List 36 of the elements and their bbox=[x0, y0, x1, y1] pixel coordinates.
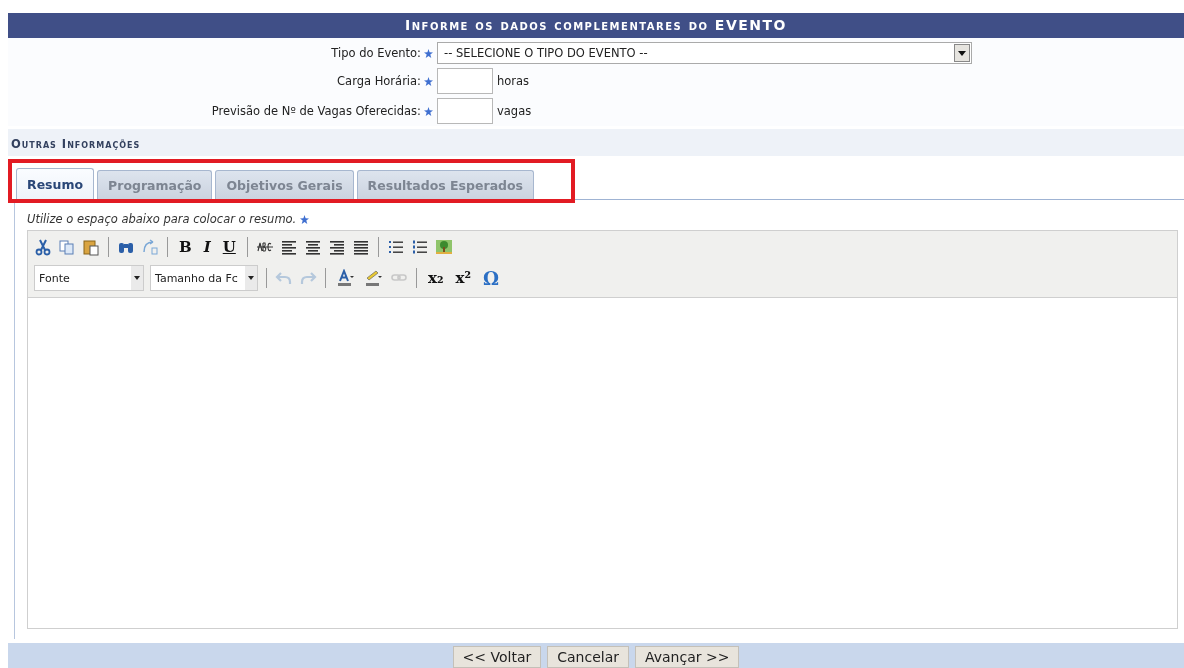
form-button[interactable]: Avançar >> bbox=[635, 646, 740, 668]
unit-label: vagas bbox=[497, 104, 532, 118]
paste-icon[interactable] bbox=[82, 238, 100, 256]
form-button[interactable]: Cancelar bbox=[547, 646, 629, 668]
input-field[interactable] bbox=[437, 98, 493, 124]
special-character-button[interactable]: Ω bbox=[480, 267, 503, 289]
form-button[interactable]: << Voltar bbox=[452, 646, 542, 668]
dropdown-arrow-icon[interactable] bbox=[958, 50, 966, 56]
event-type-select[interactable]: -- SELECIONE O TIPO DO EVENTO -- bbox=[437, 42, 972, 64]
underline-button[interactable]: U bbox=[219, 238, 239, 256]
page-title: Informe os dados complementares do EVENTO bbox=[8, 13, 1184, 38]
dropdown-arrow-icon[interactable] bbox=[134, 276, 140, 280]
align-right-icon[interactable] bbox=[327, 238, 346, 256]
bold-button[interactable]: B bbox=[176, 238, 195, 256]
scissors-icon[interactable] bbox=[34, 238, 52, 256]
input-field[interactable] bbox=[437, 68, 493, 94]
align-left-icon[interactable] bbox=[279, 238, 298, 256]
subscript-button[interactable]: x₂ bbox=[425, 269, 447, 287]
dropdown-arrow-icon[interactable] bbox=[248, 276, 254, 280]
bullet-list-icon[interactable] bbox=[386, 238, 405, 256]
numbered-list-icon[interactable] bbox=[410, 238, 429, 256]
unit-label: horas bbox=[497, 74, 530, 88]
field-label: Tipo do Evento: bbox=[330, 46, 422, 60]
italic-button[interactable]: I bbox=[200, 238, 214, 256]
font-select[interactable]: Fonte bbox=[34, 265, 144, 291]
tab[interactable]: Resumo bbox=[16, 168, 95, 200]
instruction-text: Utilize o espaço abaixo para colocar o resumo. bbox=[27, 212, 297, 226]
copy-icon[interactable] bbox=[58, 238, 76, 256]
superscript-button[interactable]: x² bbox=[452, 269, 475, 287]
align-center-icon[interactable] bbox=[303, 238, 322, 256]
justify-icon[interactable] bbox=[351, 238, 370, 256]
font-size-select[interactable]: Tamanho da Fc bbox=[150, 265, 258, 291]
field-label: Carga Horária: bbox=[336, 74, 422, 88]
image-icon[interactable] bbox=[434, 238, 453, 256]
section-heading: Outras Informações bbox=[8, 129, 1184, 156]
field-label: Previsão de Nº de Vagas Oferecidas: bbox=[210, 104, 422, 118]
